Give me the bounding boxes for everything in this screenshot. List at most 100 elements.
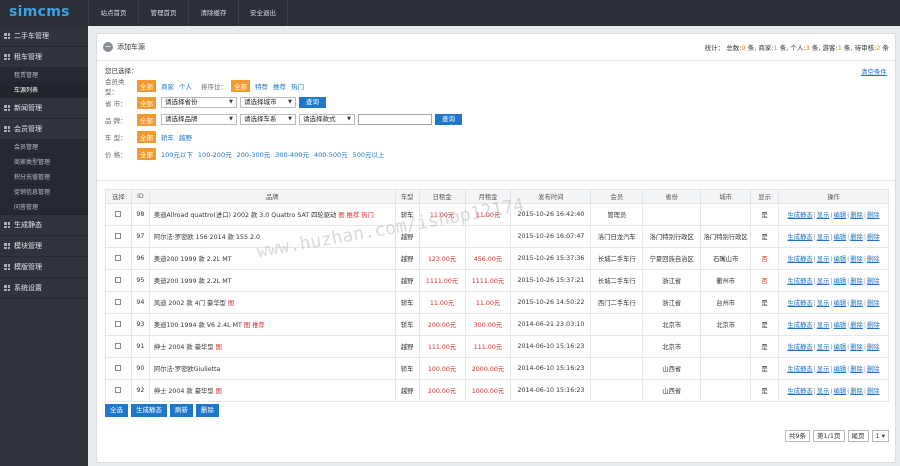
car-type-all-tag[interactable]: 全部 <box>137 130 156 143</box>
row-checkbox[interactable] <box>115 276 122 283</box>
op-remove[interactable]: 删除 <box>867 234 880 241</box>
sidebar-group[interactable]: 系统设置 <box>0 278 88 299</box>
refresh-button[interactable]: 刷新 <box>170 404 193 417</box>
sort-option-hot[interactable]: 热门 <box>291 81 304 91</box>
sidebar-group[interactable]: 会员管理 <box>0 119 88 140</box>
sidebar-group[interactable]: 模版管理 <box>0 257 88 278</box>
op-show[interactable]: 显示 <box>817 388 830 395</box>
op-delete[interactable]: 删除 <box>850 388 863 395</box>
op-generate-static[interactable]: 生成静态 <box>787 300 812 307</box>
car-type-suv[interactable]: 越野 <box>179 132 192 142</box>
sidebar-item[interactable]: 租赁管理 <box>0 68 88 83</box>
op-delete[interactable]: 删除 <box>850 212 863 219</box>
brand-all-tag[interactable]: 全部 <box>137 113 156 126</box>
member-option-merchant[interactable]: 商家 <box>161 81 174 91</box>
row-checkbox[interactable] <box>115 232 122 239</box>
price-option[interactable]: 100元以下 <box>161 149 193 159</box>
sidebar-item[interactable]: 车源列表 <box>0 83 88 98</box>
topnav-logout[interactable]: 安全退出 <box>238 0 288 26</box>
row-brand[interactable]: 奥迪200 1999 款 2.2L MT <box>154 278 232 285</box>
op-edit[interactable]: 编辑 <box>834 278 847 285</box>
row-brand[interactable]: 绅士 2004 款 豪华型 <box>154 388 214 395</box>
op-edit[interactable]: 编辑 <box>834 300 847 307</box>
op-generate-static[interactable]: 生成静态 <box>787 278 812 285</box>
row-checkbox[interactable] <box>115 342 122 349</box>
sidebar-group[interactable]: 新闻管理 <box>0 98 88 119</box>
op-edit[interactable]: 编辑 <box>834 388 847 395</box>
city-select[interactable]: 请选择城市 ▼ <box>240 97 296 108</box>
op-edit[interactable]: 编辑 <box>834 344 847 351</box>
model-select[interactable]: 请选择款式 ▼ <box>299 114 355 125</box>
row-brand[interactable]: 奥迪100 1994 款 V6 2.4L MT <box>154 322 242 329</box>
app-logo[interactable]: simcms <box>9 4 70 20</box>
sidebar-group[interactable]: 模块管理 <box>0 236 88 257</box>
sidebar-group[interactable]: 生成静态 <box>0 215 88 236</box>
sidebar-item[interactable]: 问答管理 <box>0 200 88 215</box>
op-remove[interactable]: 删除 <box>867 278 880 285</box>
row-brand[interactable]: 绅士 2004 款 豪华型 <box>154 344 214 351</box>
op-remove[interactable]: 删除 <box>867 256 880 263</box>
car-type-sedan[interactable]: 轿车 <box>161 132 174 142</box>
sidebar-group[interactable]: 二手车管理 <box>0 26 88 47</box>
price-all-tag[interactable]: 全部 <box>137 147 156 160</box>
sort-all-tag[interactable]: 全部 <box>231 79 250 92</box>
price-option[interactable]: 500元以上 <box>353 149 385 159</box>
brand-select[interactable]: 请选择品牌 ▼ <box>161 114 237 125</box>
price-option[interactable]: 300-400元 <box>275 149 309 159</box>
op-remove[interactable]: 删除 <box>867 366 880 373</box>
sidebar-group[interactable]: 租车管理 <box>0 47 88 68</box>
keyword-input[interactable] <box>358 114 432 125</box>
op-generate-static[interactable]: 生成静态 <box>787 256 812 263</box>
op-delete[interactable]: 删除 <box>850 234 863 241</box>
topnav-clear-cache[interactable]: 清除缓存 <box>188 0 238 26</box>
delete-button[interactable]: 删除 <box>196 404 219 417</box>
row-checkbox[interactable] <box>115 210 122 217</box>
op-edit[interactable]: 编辑 <box>834 322 847 329</box>
member-all-tag[interactable]: 全部 <box>137 79 156 92</box>
row-brand[interactable]: 阿尔法·罗密欧Giulietta <box>154 366 221 373</box>
row-checkbox[interactable] <box>115 320 122 327</box>
op-generate-static[interactable]: 生成静态 <box>787 344 812 351</box>
op-remove[interactable]: 删除 <box>867 322 880 329</box>
region-query-button[interactable]: 查询 <box>299 97 326 108</box>
row-checkbox[interactable] <box>115 254 122 261</box>
price-option[interactable]: 100-200元 <box>198 149 232 159</box>
select-all-button[interactable]: 全选 <box>105 404 128 417</box>
topnav-admin-home[interactable]: 管理首页 <box>138 0 188 26</box>
op-delete[interactable]: 删除 <box>850 256 863 263</box>
op-delete[interactable]: 删除 <box>850 344 863 351</box>
op-delete[interactable]: 删除 <box>850 278 863 285</box>
op-remove[interactable]: 删除 <box>867 300 880 307</box>
series-select[interactable]: 请选择车系 ▼ <box>240 114 296 125</box>
op-remove[interactable]: 删除 <box>867 212 880 219</box>
region-all-tag[interactable]: 全部 <box>137 96 156 109</box>
op-delete[interactable]: 删除 <box>850 300 863 307</box>
row-checkbox[interactable] <box>115 386 122 393</box>
price-option[interactable]: 400-500元 <box>314 149 348 159</box>
op-show[interactable]: 显示 <box>817 300 830 307</box>
topnav-site-home[interactable]: 站点首页 <box>88 0 138 26</box>
page-select[interactable]: 1 ▾ <box>871 430 889 442</box>
row-brand[interactable]: 奥迪200 1999 款 2.2L MT <box>154 256 232 263</box>
op-delete[interactable]: 删除 <box>850 366 863 373</box>
op-generate-static[interactable]: 生成静态 <box>787 234 812 241</box>
op-edit[interactable]: 编辑 <box>834 234 847 241</box>
op-generate-static[interactable]: 生成静态 <box>787 366 812 373</box>
op-show[interactable]: 显示 <box>817 212 830 219</box>
sort-option-special[interactable]: 特荐 <box>255 81 268 91</box>
row-checkbox[interactable] <box>115 298 122 305</box>
sidebar-item[interactable]: 会员管理 <box>0 140 88 155</box>
row-brand[interactable]: 阿尔法·罗密欧 156 2014 款 155 2.0 <box>154 234 260 241</box>
clear-filters-link[interactable]: 清空条件 <box>861 66 887 76</box>
op-show[interactable]: 显示 <box>817 344 830 351</box>
sort-option-recommend[interactable]: 推荐 <box>273 81 286 91</box>
op-edit[interactable]: 编辑 <box>834 366 847 373</box>
op-edit[interactable]: 编辑 <box>834 212 847 219</box>
op-remove[interactable]: 删除 <box>867 344 880 351</box>
sidebar-item[interactable]: 促销信息管理 <box>0 185 88 200</box>
price-option[interactable]: 200-300元 <box>237 149 271 159</box>
op-show[interactable]: 显示 <box>817 366 830 373</box>
row-checkbox[interactable] <box>115 364 122 371</box>
op-remove[interactable]: 删除 <box>867 388 880 395</box>
member-option-personal[interactable]: 个人 <box>179 81 192 91</box>
